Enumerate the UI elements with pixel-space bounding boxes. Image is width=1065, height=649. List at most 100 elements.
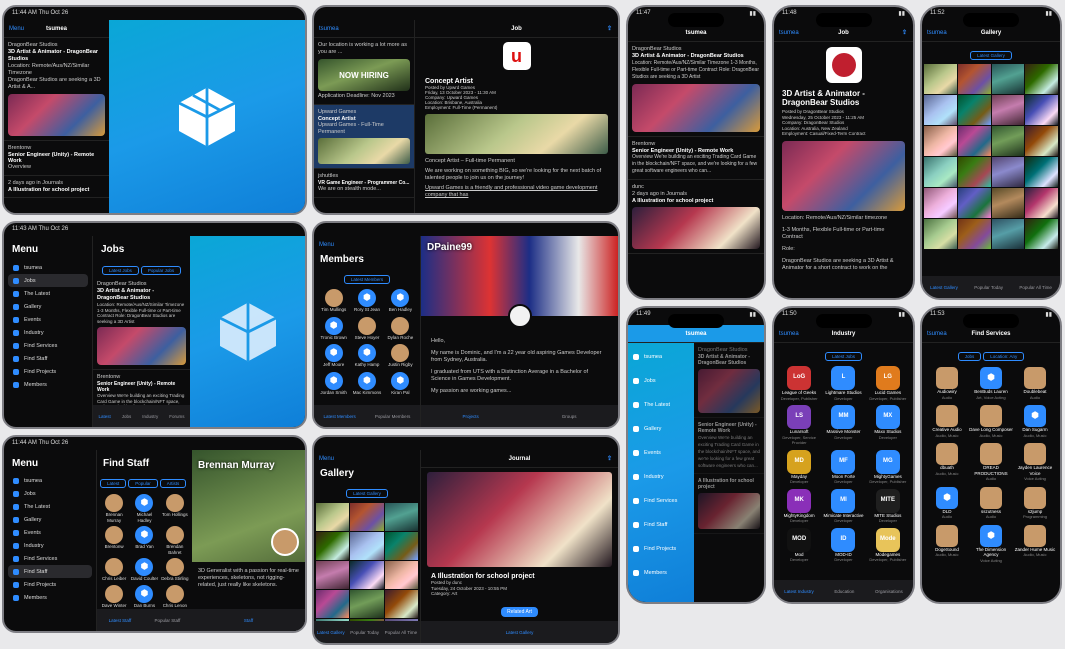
menu-item[interactable]: Jobs <box>8 274 88 287</box>
segment-popular[interactable]: Popular <box>128 479 158 488</box>
menu-item[interactable]: Gallery <box>8 513 92 526</box>
gallery-tile[interactable] <box>924 126 957 156</box>
segment-location[interactable]: Location: Any <box>983 352 1025 361</box>
industry-card[interactable]: LS Lunarsoft Developer, Service Provider <box>777 405 821 446</box>
gallery-tile[interactable] <box>991 64 1025 94</box>
industry-card[interactable]: LoG League of Geeks Developer, Publisher <box>777 366 821 401</box>
service-card[interactable]: ⬢ BenBuds Lauren Art, Voice Acting <box>969 367 1013 400</box>
menu-item[interactable]: tsumea <box>628 345 694 369</box>
service-card[interactable]: sszutness Audio <box>969 486 1013 520</box>
menu-item[interactable]: Gallery <box>8 300 88 313</box>
staff-card[interactable]: Debra Stirling <box>160 558 190 582</box>
job-post[interactable]: Brentonw Senior Engineer (Unity) - Remot… <box>4 141 109 176</box>
member-card[interactable]: ⬢ Kathy Hamp <box>350 344 383 368</box>
service-card[interactable]: ⬢ The Dimension Agency Voice Acting <box>969 524 1013 564</box>
staff-card[interactable]: Chris Leiber <box>99 558 129 582</box>
tab-latest-gallery[interactable]: Latest Gallery <box>930 285 958 290</box>
segment-latest-members[interactable]: Latest Members <box>343 275 391 284</box>
menu-item[interactable]: Find Services <box>628 489 694 513</box>
journal-post[interactable]: dunc 2 days ago in Journals A Illustrati… <box>628 180 764 254</box>
menu-item[interactable]: Find Services <box>8 552 92 565</box>
tab-latest-staff[interactable]: Latest Staff <box>109 618 132 623</box>
tab-latest-members[interactable]: Latest Members <box>324 414 356 419</box>
gallery-tile[interactable] <box>924 188 957 218</box>
service-card[interactable]: Dave Long Composer Audio, Music <box>969 405 1013 438</box>
staff-card[interactable]: ⬢ Michael Hadley <box>129 494 159 523</box>
feed-post[interactable]: jshuttles VR Game Engineer - Programmer … <box>314 169 414 198</box>
gallery-tile[interactable] <box>316 532 350 560</box>
tab-latest[interactable]: Latest <box>98 414 110 419</box>
service-card[interactable]: dbuath Audio, Music <box>925 443 969 482</box>
service-card[interactable]: ⬢ Dan Sugarm Audio, Music <box>1013 405 1057 438</box>
tab-popular-today[interactable]: Popular Today <box>974 285 1003 290</box>
tab-latest-gallery[interactable]: Latest Gallery <box>317 630 345 635</box>
menu-item[interactable]: Find Staff <box>8 352 88 365</box>
tab-gallery[interactable]: Latest Gallery <box>506 630 534 635</box>
member-card[interactable]: ⬢ Rory St Jean <box>350 289 383 313</box>
service-card[interactable]: Jayden Laurence Voice Voice Acting <box>1013 443 1057 482</box>
staff-card[interactable]: Brendan Bahret <box>160 526 190 555</box>
industry-card[interactable]: MX Maxx Studios Developer <box>866 405 910 446</box>
job-post[interactable]: DragonBear Studios 3D Artist & Animator … <box>93 277 190 370</box>
menu-item[interactable]: Find Projects <box>8 578 92 591</box>
industry-card[interactable]: ID MOD-ID Developer <box>821 527 865 563</box>
share-icon[interactable]: ⇪ <box>607 455 612 462</box>
staff-card[interactable]: Chris Lenon <box>160 584 190 609</box>
gallery-tile[interactable] <box>991 95 1025 125</box>
menu-item[interactable]: Events <box>628 441 694 465</box>
gallery-tile[interactable] <box>924 219 957 249</box>
staff-card[interactable]: ⬢ David Coulter <box>129 558 159 582</box>
menu-item[interactable]: Industry <box>8 326 88 339</box>
gallery-tile[interactable] <box>384 503 418 531</box>
gallery-tile[interactable] <box>384 532 418 560</box>
tab-popular-today[interactable]: Popular Today <box>350 630 379 635</box>
staff-card[interactable]: ⬢ Dan Burns <box>129 584 159 609</box>
gallery-tile[interactable] <box>1025 95 1058 125</box>
industry-card[interactable]: MM Massive Monster Developer <box>821 405 865 446</box>
gallery-tile[interactable] <box>991 126 1025 156</box>
gallery-tile[interactable] <box>957 219 991 249</box>
menu-item[interactable]: Jobs <box>628 369 694 393</box>
gallery-tile[interactable] <box>924 95 957 125</box>
staff-card[interactable]: Dave Winter <box>99 584 129 609</box>
segment-artists[interactable]: Artists <box>159 479 187 488</box>
menu-item[interactable]: The Latest <box>628 393 694 417</box>
back-button[interactable]: tsumea <box>779 331 799 337</box>
service-card[interactable]: DogeSound Audio, Music <box>925 524 969 564</box>
gallery-tile[interactable] <box>924 64 957 94</box>
gallery-tile[interactable] <box>350 590 384 618</box>
back-button[interactable]: tsumea <box>779 30 799 36</box>
menu-item[interactable]: Find Projects <box>8 365 88 378</box>
feed-post-selected[interactable]: Upward Games Concept Artist Upward Games… <box>314 105 414 169</box>
menu-item[interactable]: Events <box>8 526 92 539</box>
gallery-tile[interactable] <box>350 561 384 589</box>
menu-item[interactable]: The Latest <box>8 287 88 300</box>
menu-item[interactable]: Find Staff <box>628 513 694 537</box>
share-icon[interactable]: ⇪ <box>902 29 907 36</box>
service-card[interactable]: Zander Hume Music Audio, Music <box>1013 524 1057 564</box>
gallery-tile[interactable] <box>957 95 991 125</box>
tab-projects[interactable]: Projects <box>462 414 478 419</box>
tab-latest-industry[interactable]: Latest Industry <box>784 589 814 594</box>
industry-card[interactable]: MG MightyGames Developer, Publisher <box>866 449 910 485</box>
service-card[interactable]: Audiowiry Audio <box>925 367 969 400</box>
segment-latest-jobs[interactable]: Latest Jobs <box>824 352 862 361</box>
menu-item[interactable]: Events <box>8 313 88 326</box>
service-card[interactable]: s2jump Programming <box>1013 486 1057 520</box>
back-button[interactable]: tsumea <box>319 26 339 32</box>
staff-card[interactable]: ⬢ Brad Yan <box>129 526 159 555</box>
menu-item[interactable]: tsumea <box>8 474 92 487</box>
menu-item[interactable]: Find Projects <box>628 537 694 561</box>
member-card[interactable]: ⬢ Tronic Brown <box>317 316 350 341</box>
menu-item[interactable]: Find Services <box>8 339 88 352</box>
back-button[interactable]: tsumea <box>927 331 947 337</box>
related-art-button[interactable]: Related Art <box>501 606 538 617</box>
industry-card[interactable]: L Lightmare Studios Developer <box>821 366 865 401</box>
tab-staff[interactable]: Staff <box>244 618 253 623</box>
member-card[interactable]: ⬢ Jordan Smith <box>317 371 350 396</box>
industry-card[interactable]: MITE MITE Studios Developer <box>866 488 910 524</box>
tab-jobs[interactable]: Jobs <box>122 414 132 419</box>
gallery-tile[interactable] <box>991 219 1025 249</box>
job-post[interactable]: DragonBear Studios 3D Artist & Animator … <box>628 42 764 137</box>
gallery-tile[interactable] <box>350 503 384 531</box>
